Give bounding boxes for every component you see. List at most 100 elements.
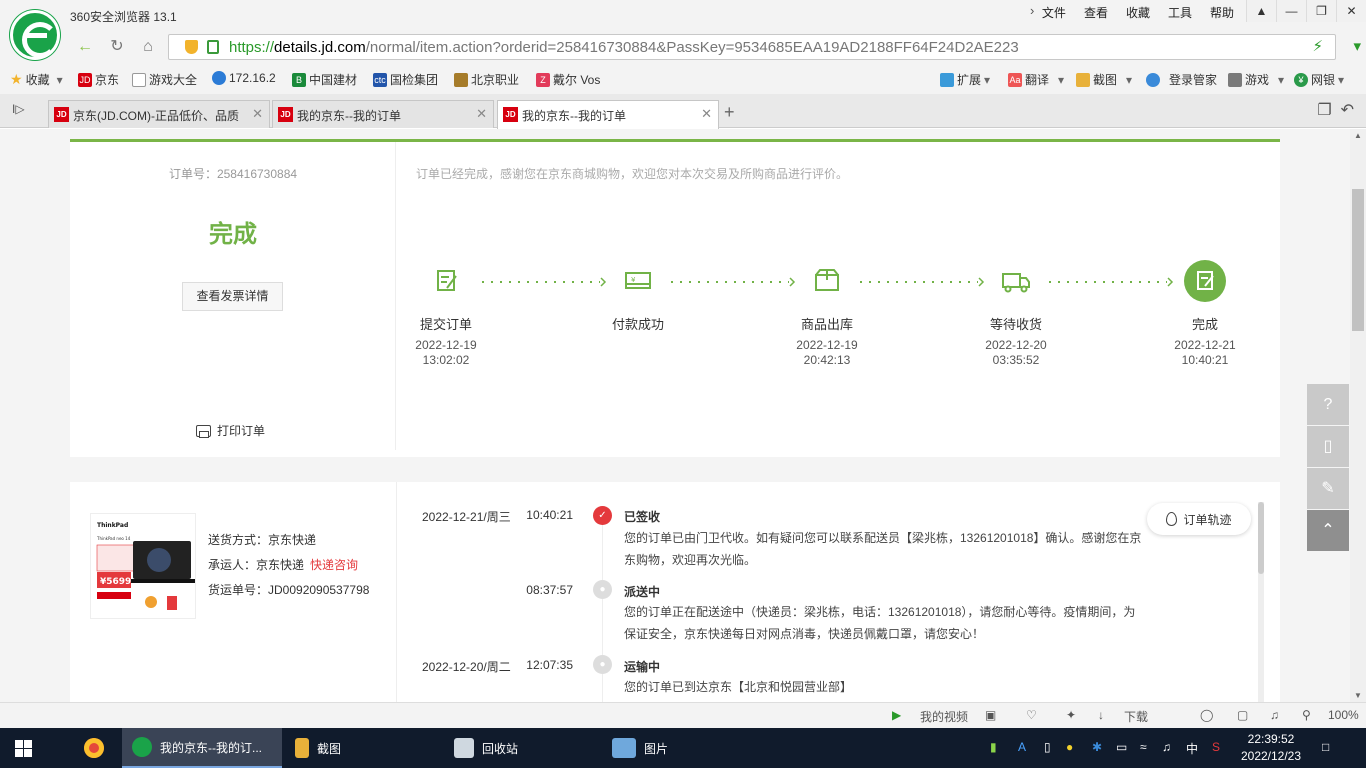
- power-tray-icon[interactable]: ▭: [1116, 740, 1127, 754]
- menu-collapse-icon[interactable]: ›: [1030, 3, 1034, 18]
- menu-help[interactable]: 帮助: [1208, 4, 1236, 21]
- browser-logo-icon[interactable]: [10, 10, 60, 60]
- translate-button[interactable]: Aa 翻译 ▾: [1008, 71, 1064, 88]
- app-tray-icon[interactable]: A: [1018, 740, 1026, 754]
- new-tab-button[interactable]: +: [724, 102, 735, 123]
- tab-jd-home[interactable]: JD 京东(JD.COM)-正品低价、品质 ✕: [48, 100, 270, 128]
- tab-my-orders-2[interactable]: JD 我的京东--我的订单 ✕: [497, 100, 719, 129]
- page-scrollbar[interactable]: ▲ ▼: [1350, 129, 1366, 702]
- bookmark-vocational[interactable]: 北京职业: [454, 71, 519, 88]
- bookmark-favorites[interactable]: ★ 收藏 ▾: [10, 71, 63, 88]
- close-tab-icon[interactable]: ✕: [252, 106, 263, 122]
- taskbar-clock[interactable]: 22:39:52 2022/12/23: [1236, 731, 1306, 765]
- volume-muted-tray-icon[interactable]: ♫: [1162, 740, 1171, 754]
- video-play-icon[interactable]: ▶: [892, 708, 901, 722]
- key-icon: [1146, 72, 1160, 87]
- tracking-scrollbar[interactable]: [1258, 502, 1264, 702]
- jd-icon: JD: [78, 72, 92, 87]
- page-scroll-thumb[interactable]: [1352, 189, 1364, 331]
- taskbar-browser-window[interactable]: 我的京东--我的订...: [122, 728, 282, 768]
- refresh-icon[interactable]: ↻: [106, 36, 128, 58]
- speed-mode-icon[interactable]: ⚡: [1312, 37, 1323, 55]
- bookmark-ctc[interactable]: ctc 国检集团: [373, 71, 438, 88]
- delivery-truck-icon: [995, 260, 1037, 302]
- back-icon[interactable]: ←: [74, 36, 96, 58]
- bookmark-dell[interactable]: Z 戴尔 Vos: [536, 71, 600, 88]
- mobile-phone-icon[interactable]: ▯: [1307, 426, 1349, 467]
- bookmark-jd[interactable]: JD 京东: [78, 71, 119, 88]
- track-date: 2022-12-20/周二: [422, 660, 511, 674]
- bookmark-games[interactable]: 游戏大全: [132, 71, 197, 88]
- undo-close-icon[interactable]: ↶: [1341, 102, 1354, 119]
- ime-indicator[interactable]: 中: [1186, 740, 1198, 757]
- address-dropdown-icon[interactable]: ▾: [1353, 37, 1361, 55]
- my-video-button[interactable]: 我的视频: [920, 708, 968, 725]
- extensions-button[interactable]: 扩展 ▾: [940, 71, 990, 88]
- jd-icon: JD: [54, 107, 69, 122]
- tab-my-orders-1[interactable]: JD 我的京东--我的订单 ✕: [272, 100, 494, 128]
- taskbar-screenshot-folder[interactable]: 截图: [285, 728, 440, 768]
- menu-favorites[interactable]: 收藏: [1124, 4, 1152, 21]
- sogou-ime-icon[interactable]: S: [1212, 740, 1220, 754]
- bookmark-ip[interactable]: 172.16.2: [212, 71, 276, 85]
- battery-tray-icon[interactable]: ▮: [990, 740, 997, 754]
- address-bar[interactable]: https://details.jd.com/normal/item.actio…: [168, 34, 1361, 60]
- download-button[interactable]: 下载: [1124, 708, 1148, 725]
- image-icon[interactable]: ▣: [985, 708, 996, 722]
- ie-mode-icon[interactable]: ◯: [1200, 708, 1213, 722]
- taskbar-chrome[interactable]: [74, 728, 118, 768]
- close-tab-icon[interactable]: ✕: [701, 106, 712, 122]
- view-invoice-button[interactable]: 查看发票详情: [182, 282, 283, 311]
- order-trail-button[interactable]: 订单轨迹: [1147, 503, 1251, 535]
- tab-list-icon[interactable]: ❐: [1317, 102, 1331, 119]
- games-button[interactable]: 游戏 ▾: [1228, 71, 1284, 88]
- navigation-bar: ← ↻ ⌂ https://details.jd.com/normal/item…: [0, 30, 1366, 64]
- taskbar-pictures[interactable]: 图片: [602, 728, 757, 768]
- menu-tools[interactable]: 工具: [1166, 4, 1194, 21]
- feedback-edit-icon[interactable]: ✎: [1307, 468, 1349, 509]
- security-shield-icon[interactable]: [185, 40, 198, 54]
- close-button[interactable]: ✕: [1336, 0, 1366, 22]
- menu-file[interactable]: 文件: [1040, 4, 1068, 21]
- menu-view[interactable]: 查看: [1082, 4, 1110, 21]
- notification-icon[interactable]: □: [1322, 740, 1329, 754]
- tracking-scroll-thumb[interactable]: [1258, 502, 1264, 574]
- print-order-button[interactable]: 打印订单: [196, 422, 265, 439]
- bank-icon: ¥: [1294, 72, 1308, 87]
- security-tray-icon[interactable]: ●: [1066, 740, 1073, 754]
- courier-person-icon: ●: [593, 580, 612, 599]
- sidebar-toggle-icon[interactable]: I▷: [12, 102, 25, 116]
- back-to-top-icon[interactable]: ⌃: [1307, 510, 1349, 551]
- skin-icon[interactable]: ▲: [1246, 0, 1276, 22]
- wifi-tray-icon[interactable]: ≈: [1140, 740, 1147, 754]
- product-brand-text: ThinkPad: [97, 522, 128, 529]
- bookmark-cnbm[interactable]: B 中国建材: [292, 71, 357, 88]
- usb-tray-icon[interactable]: ▯: [1044, 740, 1051, 754]
- taskbar-recycle-bin[interactable]: 回收站: [444, 728, 599, 768]
- scroll-up-icon[interactable]: ▲: [1354, 131, 1362, 140]
- windows-start-icon[interactable]: [15, 740, 32, 757]
- product-thumbnail[interactable]: ThinkPad ThinkPad neo 14 ¥5699: [90, 513, 196, 619]
- window-icon[interactable]: ▢: [1237, 708, 1248, 722]
- screenshot-button[interactable]: 截图 ▾: [1076, 71, 1132, 88]
- login-manager-button[interactable]: 登录管家: [1146, 71, 1217, 88]
- minimize-button[interactable]: —: [1276, 0, 1306, 22]
- url-text[interactable]: https://details.jd.com/normal/item.actio…: [229, 39, 1019, 56]
- courier-consult-link[interactable]: 快递咨询: [310, 558, 358, 572]
- sound-icon[interactable]: ♫: [1270, 708, 1279, 722]
- scroll-down-icon[interactable]: ▼: [1354, 691, 1362, 700]
- bluetooth-tray-icon[interactable]: ✱: [1092, 740, 1102, 754]
- close-tab-icon[interactable]: ✕: [476, 106, 487, 122]
- ebank-button[interactable]: ¥ 网银 ▾: [1294, 71, 1344, 88]
- ssl-lock-icon[interactable]: [207, 40, 219, 54]
- zoom-search-icon[interactable]: ⚲: [1302, 708, 1311, 722]
- maximize-button[interactable]: ❐: [1306, 0, 1336, 22]
- help-question-icon[interactable]: ?: [1307, 384, 1349, 425]
- heartbeat-icon[interactable]: ♡: [1026, 708, 1037, 722]
- zoom-level[interactable]: 100%: [1328, 708, 1359, 722]
- home-icon[interactable]: ⌂: [137, 36, 159, 58]
- download-icon[interactable]: ↓: [1098, 708, 1104, 722]
- recycle-bin-icon: [454, 738, 474, 758]
- pin-tool-icon[interactable]: ✦: [1066, 708, 1076, 722]
- browser-menu: 文件 查看 收藏 工具 帮助: [1040, 4, 1236, 21]
